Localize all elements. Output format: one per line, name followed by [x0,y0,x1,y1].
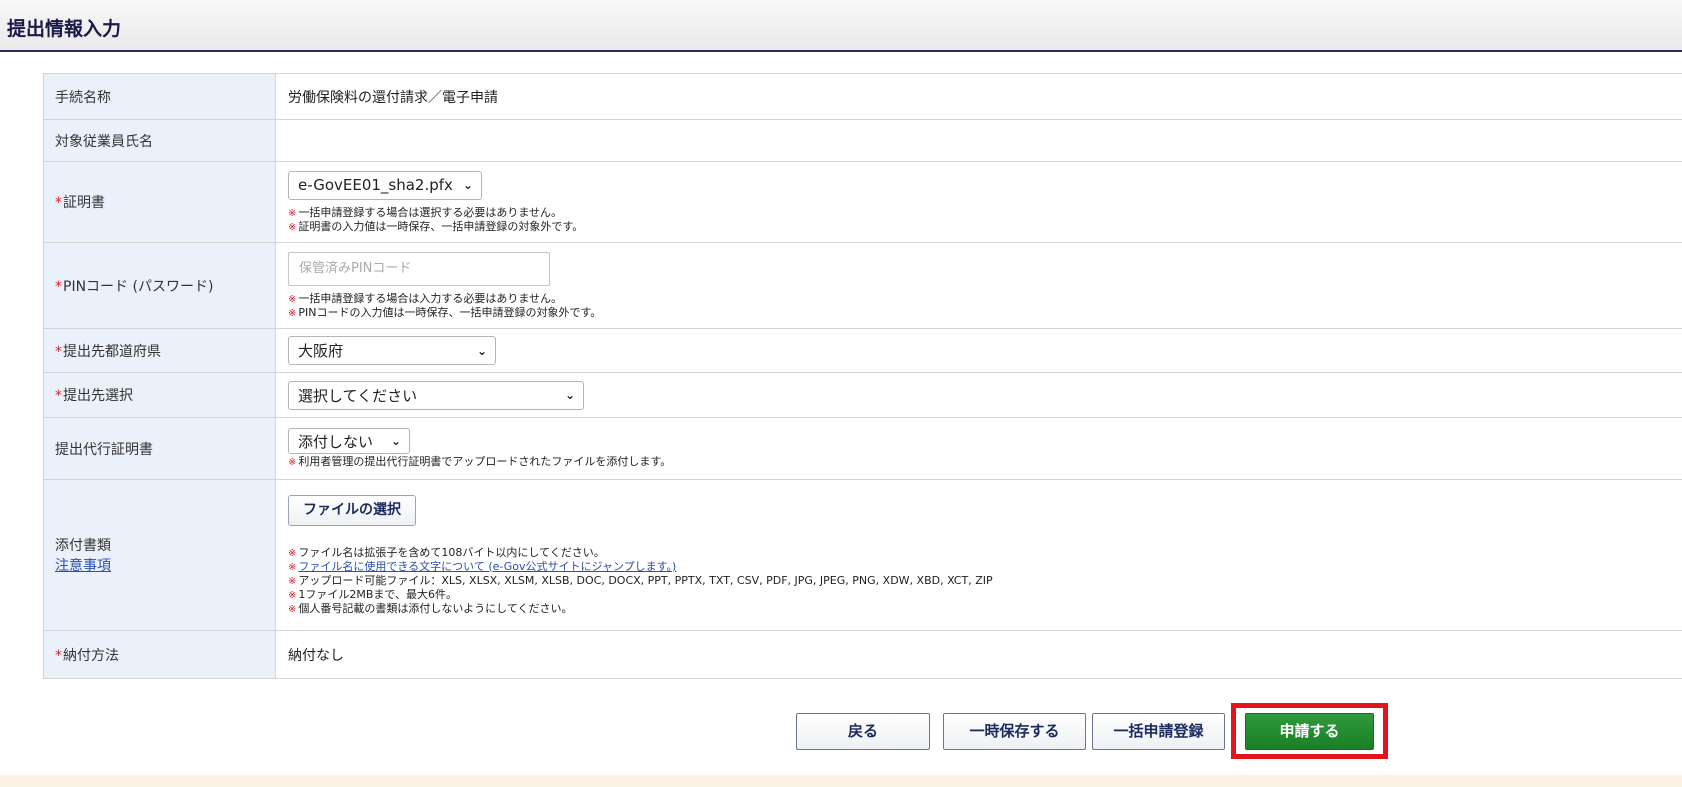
back-button[interactable]: 戻る [796,713,930,750]
value-attachments: ファイルの選択 ※ ファイル名は拡張子を含めて108バイト以内にしてください。 ※… [275,479,1682,631]
required-mark: * [55,647,62,664]
note-line: ※ 一括申請登録する場合は入力する必要はありません。 [288,292,1682,306]
certificate-notes: ※ 一括申請登録する場合は選択する必要はありません。 ※ 証明書の入力値は一時保存、… [288,206,1682,234]
prefecture-select[interactable]: 大阪府 ⌄ [288,336,496,365]
note-text: ファイル名は拡張子を含めて108バイト以内にしてください。 [298,545,605,559]
label-attachments-text: 添付書類 [55,538,111,554]
label-certificate-text: 証明書 [63,195,105,211]
row-proxy-certificate: 提出代行証明書 添付しない ⌄ ※ 利用者管理の提出代行証明書でアップロードされた… [43,417,1682,480]
note-mark-icon: ※ [288,293,297,305]
label-destination-text: 提出先選択 [63,388,133,404]
note-mark-icon: ※ [288,603,297,615]
required-mark: * [55,195,62,211]
value-proxy-certificate: 添付しない ⌄ ※ 利用者管理の提出代行証明書でアップロードされたファイルを添付し… [275,417,1682,480]
save-temp-button[interactable]: 一時保存する [943,713,1086,750]
label-procedure-name: 手続名称 [43,73,276,120]
note-text: 1ファイル2MBまで、最大6件。 [298,587,457,601]
note-line: ※ 一括申請登録する場合は選択する必要はありません。 [288,206,1682,220]
value-payment: 納付なし [275,630,1682,679]
prefecture-selected: 大阪府 [298,342,344,360]
value-procedure-name: 労働保険料の還付請求／電子申請 [275,73,1682,120]
proxy-certificate-selected: 添付しない [298,432,374,451]
note-line: ※ ファイル名に使用できる文字について (e-Gov公式サイトにジャンプします。) [288,560,1682,574]
destination-selected: 選択してください [298,386,418,405]
note-text: 一括申請登録する場合は入力する必要はありません。 [298,291,563,305]
note-mark-icon: ※ [288,547,297,559]
label-certificate: *証明書 [43,161,276,243]
label-attachments: 添付書類 注意事項 [43,479,276,631]
row-pin: *PINコード (パスワード) ※ 一括申請登録する場合は入力する必要はありません… [43,242,1682,329]
label-prefecture-text: 提出先都道府県 [63,343,161,360]
filename-chars-link[interactable]: ファイル名に使用できる文字について (e-Gov公式サイトにジャンプします。) [298,560,676,573]
attachment-notes: ※ ファイル名は拡張子を含めて108バイト以内にしてください。 ※ ファイル名に使用… [288,546,1682,616]
value-prefecture: 大阪府 ⌄ [275,328,1682,373]
note-line: ※ 1ファイル2MBまで、最大6件。 [288,588,1682,602]
note-line: ※ ファイル名は拡張子を含めて108バイト以内にしてください。 [288,546,1682,560]
note-mark-icon: ※ [288,457,297,468]
chevron-down-icon: ⌄ [564,388,575,402]
note-text: 個人番号記載の書類は添付しないようにしてください。 [298,601,573,615]
required-mark: * [55,388,62,404]
value-pin: ※ 一括申請登録する場合は入力する必要はありません。 ※ PINコードの入力値は一時… [275,242,1682,329]
note-text: PINコードの入力値は一時保存、一括申請登録の対象外です。 [298,305,602,319]
row-payment: *納付方法 納付なし [43,630,1682,679]
note-text: 利用者管理の提出代行証明書でアップロードされたファイルを添付します。 [298,455,672,468]
note-line: ※ PINコードの入力値は一時保存、一括申請登録の対象外です。 [288,306,1682,320]
row-destination: *提出先選択 選択してください ⌄ [43,372,1682,418]
value-employee-name [275,119,1682,162]
bulk-register-button[interactable]: 一括申請登録 [1092,713,1225,750]
row-employee-name: 対象従業員氏名 [43,119,1682,162]
row-prefecture: *提出先都道府県 大阪府 ⌄ [43,328,1682,373]
chevron-down-icon: ⌄ [462,178,473,192]
row-attachments: 添付書類 注意事項 ファイルの選択 ※ ファイル名は拡張子を含めて108バイト以内… [43,479,1682,631]
file-select-button[interactable]: ファイルの選択 [288,494,416,526]
note-text: 証明書の入力値は一時保存、一括申請登録の対象外です。 [298,219,584,233]
label-pin: *PINコード (パスワード) [43,242,276,329]
pin-notes: ※ 一括申請登録する場合は入力する必要はありません。 ※ PINコードの入力値は一時… [288,292,1682,320]
label-pin-text: PINコード (パスワード) [63,278,214,295]
row-procedure-name: 手続名称 労働保険料の還付請求／電子申請 [43,73,1682,120]
value-certificate: e-GovEE01_sha2.pfx ⌄ ※ 一括申請登録する場合は選択する必要は… [275,161,1682,243]
label-proxy-certificate: 提出代行証明書 [43,417,276,480]
proxy-certificate-notes: ※ 利用者管理の提出代行証明書でアップロードされたファイルを添付します。 [288,455,1682,469]
pin-input[interactable] [288,251,550,286]
note-text: 一括申請登録する場合は選択する必要はありません。 [298,205,563,219]
note-line: ※ アップロード可能ファイル：XLS, XLSX, XLSM, XLSB, DOC… [288,574,1682,588]
note-line: ※ 証明書の入力値は一時保存、一括申請登録の対象外です。 [288,220,1682,234]
note-text: アップロード可能ファイル：XLS, XLSX, XLSM, XLSB, DOC,… [298,573,993,587]
chevron-down-icon: ⌄ [390,434,401,448]
certificate-select[interactable]: e-GovEE01_sha2.pfx ⌄ [288,170,482,200]
proxy-certificate-select[interactable]: 添付しない ⌄ [288,428,410,454]
value-destination: 選択してください ⌄ [275,372,1682,418]
note-mark-icon: ※ [288,589,297,601]
chevron-down-icon: ⌄ [476,343,487,358]
submit-button[interactable]: 申請する [1245,713,1374,750]
note-mark-icon: ※ [288,575,297,587]
row-certificate: *証明書 e-GovEE01_sha2.pfx ⌄ ※ 一括申請登録する場合は選択… [43,161,1682,243]
label-employee-name: 対象従業員氏名 [43,119,276,162]
note-line: ※ 利用者管理の提出代行証明書でアップロードされたファイルを添付します。 [288,455,1682,469]
note-mark-icon: ※ [288,307,297,319]
page-header: 提出情報入力 [0,0,1682,52]
label-payment-text: 納付方法 [63,647,119,664]
required-mark: * [55,343,62,360]
label-payment: *納付方法 [43,630,276,679]
destination-select[interactable]: 選択してください ⌄ [288,380,584,410]
submission-form-table: 手続名称 労働保険料の還付請求／電子申請 対象従業員氏名 *証明書 e-GovE… [43,73,1682,679]
page-title: 提出情報入力 [7,18,122,40]
note-mark-icon: ※ [288,221,297,233]
label-destination: *提出先選択 [43,372,276,418]
required-mark: * [55,278,62,295]
label-prefecture: *提出先都道府県 [43,328,276,373]
note-line: ※ 個人番号記載の書類は添付しないようにしてください。 [288,602,1682,616]
note-mark-icon: ※ [288,561,297,573]
caution-link[interactable]: 注意事項 [55,558,111,574]
certificate-selected: e-GovEE01_sha2.pfx [298,176,453,194]
footer-band [0,775,1682,787]
note-mark-icon: ※ [288,207,297,219]
